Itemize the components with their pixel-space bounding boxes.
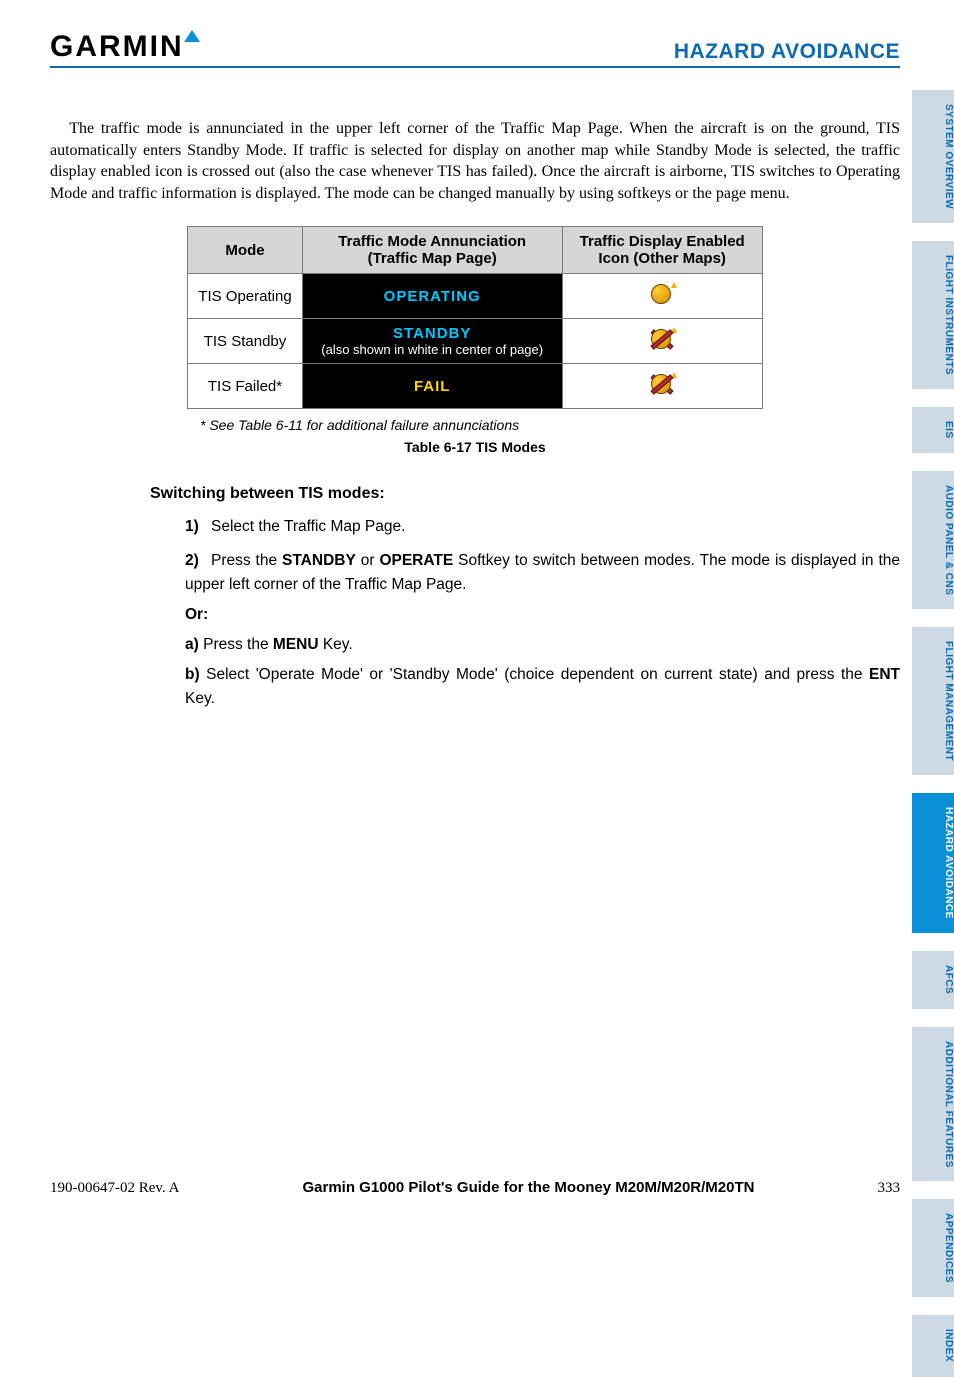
cell-ann: FAIL: [302, 364, 562, 409]
tab-index[interactable]: INDEX: [912, 1315, 954, 1376]
procedure-heading: Switching between TIS modes:: [150, 485, 900, 503]
traffic-crossed-icon: [645, 370, 679, 398]
page-header: GARMIN HAZARD AVOIDANCE: [50, 30, 900, 68]
table-row: TIS Standby STANDBY (also shown in white…: [188, 319, 762, 364]
cell-mode: TIS Operating: [188, 274, 302, 319]
page-content: GARMIN HAZARD AVOIDANCE The traffic mode…: [50, 30, 900, 721]
procedure-steps: 1)Select the Traffic Map Page. 2)Press t…: [185, 515, 900, 711]
table-row: TIS Operating OPERATING: [188, 274, 762, 319]
tab-appendices[interactable]: APPENDICES: [912, 1199, 954, 1297]
traffic-icon: [645, 280, 679, 308]
th-icon: Traffic Display Enabled Icon (Other Maps…: [562, 227, 762, 274]
side-tabs: SYSTEM OVERVIEW FLIGHT INSTRUMENTS EIS A…: [912, 90, 954, 1377]
page-number: 333: [878, 1180, 901, 1197]
ann-text: STANDBY: [313, 325, 552, 342]
step-text: Select the Traffic Map Page.: [211, 518, 405, 535]
tab-audio-panel-cns[interactable]: AUDIO PANEL & CNS: [912, 471, 954, 609]
step-2: 2)Press the STANDBY or OPERATE Softkey t…: [185, 549, 900, 711]
step-1: 1)Select the Traffic Map Page.: [185, 515, 900, 539]
th-mode: Mode: [188, 227, 302, 274]
tab-system-overview[interactable]: SYSTEM OVERVIEW: [912, 90, 954, 223]
section-title: HAZARD AVOIDANCE: [674, 40, 900, 64]
logo-triangle-icon: [184, 30, 200, 42]
traffic-crossed-icon: [645, 325, 679, 353]
or-label: Or:: [185, 603, 900, 627]
step-text: Press the STANDBY or OPERATE Softkey to …: [185, 552, 900, 593]
tab-hazard-avoidance[interactable]: HAZARD AVOIDANCE: [912, 793, 954, 933]
table-caption: Table 6-17 TIS Modes: [50, 439, 900, 455]
garmin-logo: GARMIN: [50, 30, 200, 64]
logo-text: GARMIN: [50, 30, 184, 63]
cell-icon: [562, 364, 762, 409]
cell-ann: STANDBY (also shown in white in center o…: [302, 319, 562, 364]
ann-text: FAIL: [414, 378, 451, 395]
cell-icon: [562, 319, 762, 364]
tab-eis[interactable]: EIS: [912, 407, 954, 453]
step-num: 1): [185, 515, 211, 539]
tab-afcs[interactable]: AFCS: [912, 951, 954, 1008]
tis-modes-table: Mode Traffic Mode Annunciation (Traffic …: [187, 226, 762, 409]
cell-ann: OPERATING: [302, 274, 562, 319]
table-row: TIS Failed* FAIL: [188, 364, 762, 409]
intro-paragraph: The traffic mode is annunciated in the u…: [50, 118, 900, 204]
step-num: 2): [185, 549, 211, 573]
ann-subtext: (also shown in white in center of page): [313, 342, 552, 357]
cell-mode: TIS Failed*: [188, 364, 302, 409]
table-footnote: * See Table 6-11 for additional failure …: [200, 417, 900, 433]
th-annunciation: Traffic Mode Annunciation (Traffic Map P…: [302, 227, 562, 274]
footer-title: Garmin G1000 Pilot's Guide for the Moone…: [179, 1179, 877, 1196]
tab-additional-features[interactable]: ADDITIONAL FEATURES: [912, 1027, 954, 1182]
tab-flight-management[interactable]: FLIGHT MANAGEMENT: [912, 627, 954, 775]
cell-icon: [562, 274, 762, 319]
table-header-row: Mode Traffic Mode Annunciation (Traffic …: [188, 227, 762, 274]
substep-a: a) Press the MENU Key.: [185, 633, 900, 657]
substep-b: b) Select 'Operate Mode' or 'Standby Mod…: [185, 663, 900, 711]
doc-number: 190-00647-02 Rev. A: [50, 1180, 179, 1197]
ann-text: OPERATING: [384, 288, 481, 305]
cell-mode: TIS Standby: [188, 319, 302, 364]
page-footer: 190-00647-02 Rev. A Garmin G1000 Pilot's…: [50, 1179, 900, 1197]
tab-flight-instruments[interactable]: FLIGHT INSTRUMENTS: [912, 241, 954, 389]
